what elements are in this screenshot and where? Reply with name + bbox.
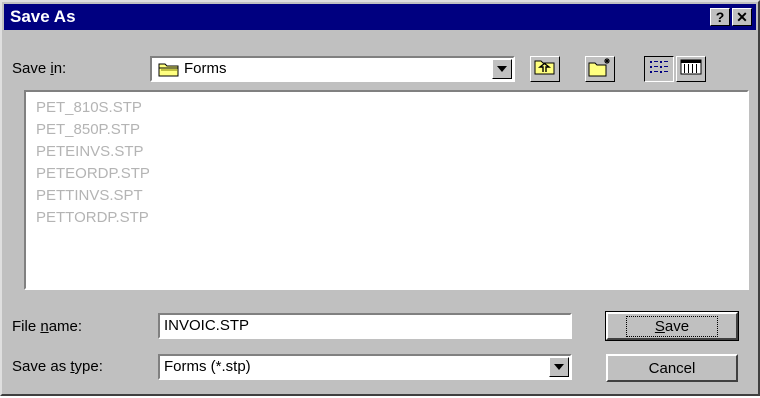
up-one-level-button[interactable] [530,56,560,82]
save-button[interactable]: Save [605,311,739,341]
file-list-item[interactable]: PETTINVS.SPT [36,187,143,205]
save-as-type-dropdown-button[interactable] [549,357,569,377]
file-name-input[interactable]: INVOIC.STP [158,313,572,339]
save-in-dropdown[interactable]: Forms [150,56,515,82]
create-new-folder-button[interactable] [585,56,615,82]
save-as-type-dropdown[interactable]: Forms (*.stp) [158,354,572,380]
folder-icon [158,61,180,82]
details-view-button[interactable] [676,56,706,82]
save-button-label: Save [625,315,719,337]
save-as-type-value: Forms (*.stp) [164,358,251,375]
cancel-button[interactable]: Cancel [606,354,738,382]
dialog-title: Save As [10,7,76,26]
save-as-dialog: Save As ? ✕ Save in: Forms PET_810S.STP … [0,0,760,396]
save-in-label: Save in: [12,60,67,77]
up-one-level-icon [534,58,556,81]
file-list-item[interactable]: PET_850P.STP [36,121,140,139]
chevron-down-icon [497,66,507,72]
close-icon: ✕ [736,8,748,25]
file-name-label: File name: [12,318,83,335]
help-button[interactable]: ? [710,8,730,26]
file-name-value: INVOIC.STP [164,317,250,334]
list-view-button[interactable] [644,56,674,82]
file-list[interactable]: PET_810S.STP PET_850P.STP PETEINVS.STP P… [24,90,749,290]
help-icon: ? [715,9,725,25]
save-in-dropdown-button[interactable] [492,59,512,79]
file-list-item[interactable]: PETEINVS.STP [36,143,144,161]
file-list-item[interactable]: PETEORDP.STP [36,165,150,183]
create-new-folder-icon [588,57,612,82]
file-list-item[interactable]: PET_810S.STP [36,99,142,117]
details-view-icon [680,59,702,80]
title-bar[interactable]: Save As ? ✕ [4,4,756,30]
chevron-down-icon [554,364,564,370]
save-as-type-label: Save as type: [12,358,103,375]
save-in-value: Forms [184,60,227,77]
close-button[interactable]: ✕ [732,8,752,26]
cancel-button-label: Cancel [648,359,696,377]
list-view-icon [649,59,669,80]
file-list-item[interactable]: PETTORDP.STP [36,209,149,227]
